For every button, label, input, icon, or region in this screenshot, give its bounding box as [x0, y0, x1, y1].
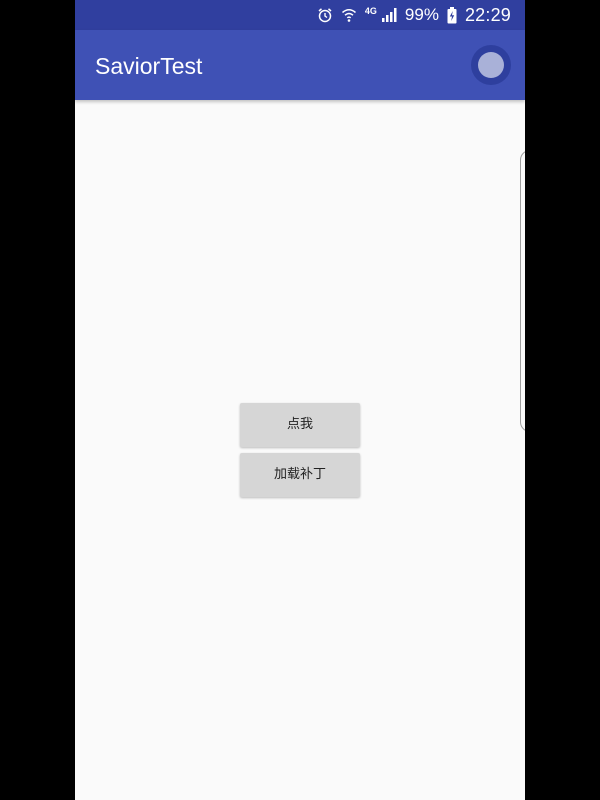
battery-percent: 99%: [404, 5, 439, 24]
app-bar: SaviorTest: [75, 30, 525, 100]
signal-icon: [381, 7, 397, 23]
status-bar: 4G 99% 22:29: [75, 0, 525, 30]
status-clock: 22:29: [464, 4, 511, 25]
wifi-icon: [341, 7, 357, 23]
floating-assistive-ball-icon[interactable]: [471, 45, 511, 85]
click-me-button[interactable]: 点我: [240, 403, 360, 447]
status-icons: 4G 99% 22:29: [317, 0, 511, 30]
phone-screen: 4G 99% 22:29 SaviorTest 点我 加载补丁: [75, 0, 525, 800]
network-type-label: 4G: [364, 6, 377, 16]
alarm-icon: [317, 7, 333, 23]
app-title: SaviorTest: [95, 53, 203, 79]
edge-panel-handle[interactable]: [520, 150, 525, 432]
floating-ball-inner: [478, 52, 504, 78]
battery-charging-icon: [447, 6, 457, 24]
load-patch-button[interactable]: 加载补丁: [240, 453, 360, 497]
